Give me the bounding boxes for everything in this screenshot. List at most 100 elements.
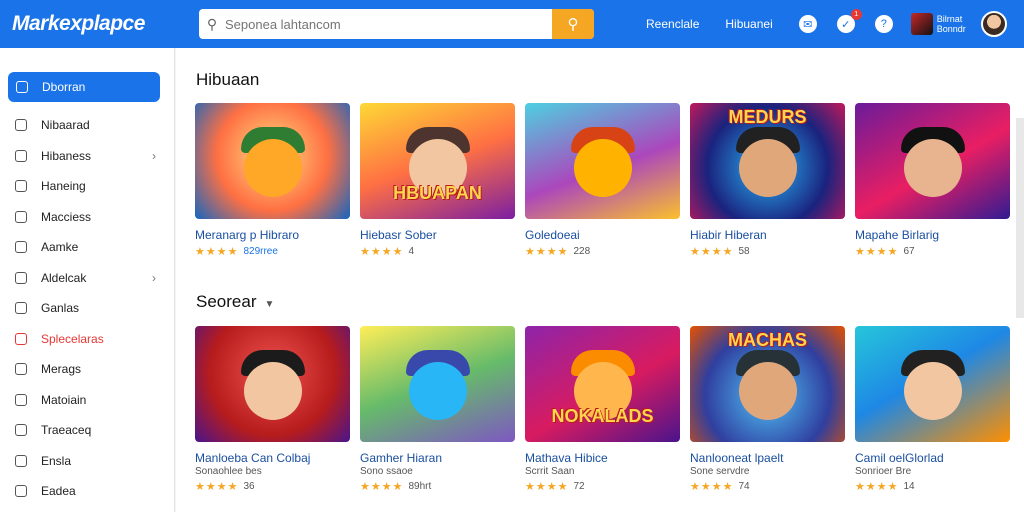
game-card[interactable]: HBUAPAN Hiebasr Sober ★★★★ 4 [360,103,515,258]
card-rating: ★★★★ 228 [525,245,680,258]
sidebar-item-label: Eadea [41,484,76,499]
game-card[interactable]: Meranarg p Hibraro ★★★★ 829rree [195,103,350,258]
game-card[interactable]: MEDURS Hiabir Hiberan ★★★★ 58 [690,103,845,258]
game-card[interactable]: Mapahe Birlarig ★★★★ 67 [855,103,1010,258]
message-icon [15,363,27,376]
game-thumbnail: NOKALADS [525,326,680,442]
sidebar-item-13[interactable]: Eadea [0,476,174,507]
game-card[interactable]: MACHAS Nanlooneat lpaelt Sone servdre ★★… [690,326,845,493]
game-card[interactable]: Camil oelGlorlad Sonrioer Bre ★★★★ 14 [855,326,1010,493]
user-name: Bilrnat Bonndr [936,14,966,34]
sidebar-item-1[interactable]: Nibaarad [0,110,174,141]
game-card[interactable]: Manloeba Can Colbaj Sonaohlee bes ★★★★ 36 [195,326,350,493]
star-icon [15,332,27,345]
rating-count: 89hrt [408,481,432,492]
sidebar-item-label: Ensla [41,453,72,468]
sidebar-item-8[interactable]: Splecelaras [0,324,174,355]
avatar[interactable] [980,11,1007,37]
sidebar-item-label: Dborran [42,80,86,94]
star-rating-icon: ★★★★ [690,246,734,258]
sidebar-item-12[interactable]: Ensla [0,446,174,477]
star-rating-icon: ★★★★ [855,481,899,493]
sidebar: Dborran Nibaarad Hibaness › Haneing Macci… [0,48,175,512]
thumbnail-text: MACHAS [728,330,807,350]
sidebar-item-11[interactable]: Traeaceq [0,415,174,446]
star-rating-icon: ★★★★ [690,481,734,493]
card-title: Mapahe Birlarig [855,228,940,242]
card-rating: ★★★★ 72 [525,480,680,493]
card-title: Mathava Hibice [525,451,608,465]
sidebar-item-label: Haneing [41,179,86,194]
user-thumbnail [910,13,933,35]
sidebar-item-label: Ganlas [41,301,80,316]
sidebar-item-7[interactable]: Ganlas [0,293,174,324]
game-thumbnail [360,326,515,442]
caret-down-icon: ▼ [264,299,275,310]
sidebar-item-label: Aamke [41,240,79,255]
card-title: Meranarg p Hibraro [195,228,300,242]
scrollbar[interactable] [1016,118,1024,318]
star-rating-icon: ★★★★ [360,481,404,493]
game-card[interactable]: NOKALADS Mathava Hibice Scrrit Saan ★★★★… [525,326,680,493]
sidebar-item-6[interactable]: Aldelcak › [0,263,174,294]
rating-count: 72 [573,481,585,492]
star-rating-icon: ★★★★ [525,481,569,493]
top-bar: Markexplapce ⚲ ⚲ Reenclale Hibuanei ✉ ✓1… [0,0,1024,48]
search-bar: ⚲ ⚲ [199,9,594,39]
sidebar-item-5[interactable]: Aamke [0,232,174,263]
rating-count: 74 [738,481,750,492]
sidebar-item-3[interactable]: Haneing [0,171,174,202]
card-rating: ★★★★ 89hrt [360,480,515,493]
card-subtitle: Sone servdre [690,466,750,477]
settings-icon [15,454,27,467]
star-rating-icon: ★★★★ [195,246,239,258]
sidebar-item-label: Traeaceq [41,423,92,438]
rating-count: 14 [903,481,915,492]
sidebar-item-2[interactable]: Hibaness › [0,141,174,172]
game-card[interactable]: Goledoeai ★★★★ 228 [525,103,680,258]
card-subtitle: Scrrit Saan [525,466,575,477]
game-thumbnail [525,103,680,219]
section-title[interactable]: Seorear ▼ [196,292,274,312]
tag-icon [15,119,27,132]
nav-link-1[interactable]: Reenclale [646,17,699,31]
rating-count: 67 [903,246,915,257]
home-icon [16,81,28,93]
sidebar-item-label: Merags [41,362,82,377]
game-thumbnail [195,103,350,219]
card-subtitle: Sonrioer Bre [855,466,912,477]
card-title: Nanlooneat lpaelt [690,451,784,465]
card-title: Hiebasr Sober [360,228,437,242]
users-icon [15,210,27,223]
sidebar-item-label: Matoiain [41,392,87,407]
sidebar-item-0[interactable]: Dborran [8,72,160,102]
notification-icon[interactable]: ✓ 1 [836,9,862,33]
sidebar-item-4[interactable]: Macciess [0,202,174,233]
notification-badge: 1 [850,9,862,20]
card-title: Gamher Hiaran [360,451,443,465]
game-thumbnail [855,103,1010,219]
sidebar-item-9[interactable]: Merags [0,354,174,385]
card-rating: ★★★★ 36 [195,480,350,493]
chat-icon[interactable]: ✉ [798,15,817,33]
brand-logo[interactable]: Markexplapce [12,12,187,36]
sidebar-item-label: Splecelaras [41,331,104,346]
rating-count: 58 [738,246,750,257]
user-menu[interactable]: Bilrnat Bonndr [910,13,969,35]
sidebar-item-10[interactable]: Matoiain [0,385,174,416]
search-input[interactable] [225,16,552,32]
game-card[interactable]: Gamher Hiaran Sono ssaoe ★★★★ 89hrt [360,326,515,493]
search-button[interactable]: ⚲ [552,9,594,39]
rating-count: 829rree [243,246,278,257]
game-thumbnail [855,326,1010,442]
rating-count: 36 [243,481,255,492]
card-row-1: Meranarg p Hibraro ★★★★ 829rree HBUAPAN H… [195,103,1010,258]
sidebar-item-label: Hibaness [41,148,92,163]
section-title: Hibuaan [196,70,260,89]
nav-link-2[interactable]: Hibuanei [725,17,772,31]
card-title: Manloeba Can Colbaj [195,451,311,465]
chart-icon [15,424,27,437]
thumbnail-text: NOKALADS [551,406,654,426]
help-icon[interactable]: ? [874,15,893,33]
thumbnail-text: MEDURS [728,107,807,127]
